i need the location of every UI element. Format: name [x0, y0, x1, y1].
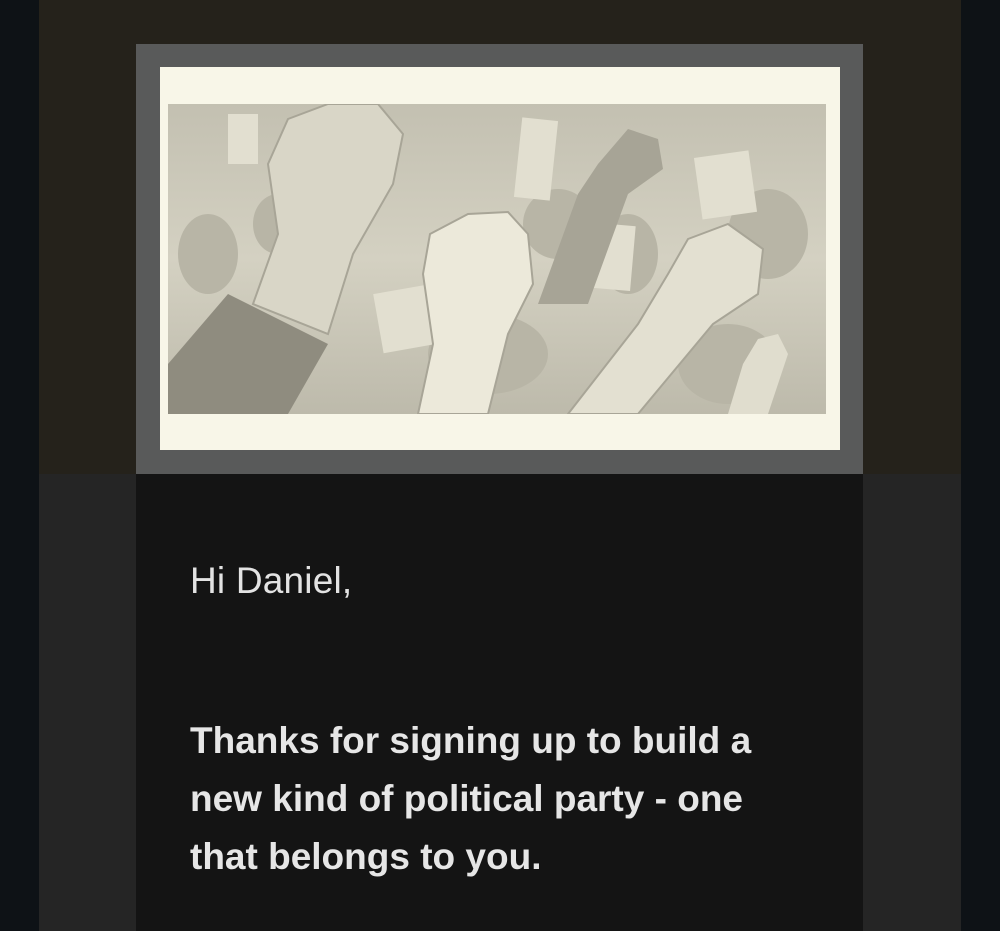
email-body: Hi Daniel, Thanks for signing up to buil… — [136, 44, 863, 931]
protest-illustration — [168, 104, 826, 414]
email-outer-frame: Hi Daniel, Thanks for signing up to buil… — [39, 0, 961, 931]
email-lead-paragraph: Thanks for signing up to build a new kin… — [190, 720, 752, 877]
hero-image-frame — [136, 44, 863, 474]
email-greeting: Hi Daniel, — [190, 560, 353, 601]
raised-fists-photo — [168, 104, 826, 414]
hero-image-mat — [160, 67, 840, 450]
